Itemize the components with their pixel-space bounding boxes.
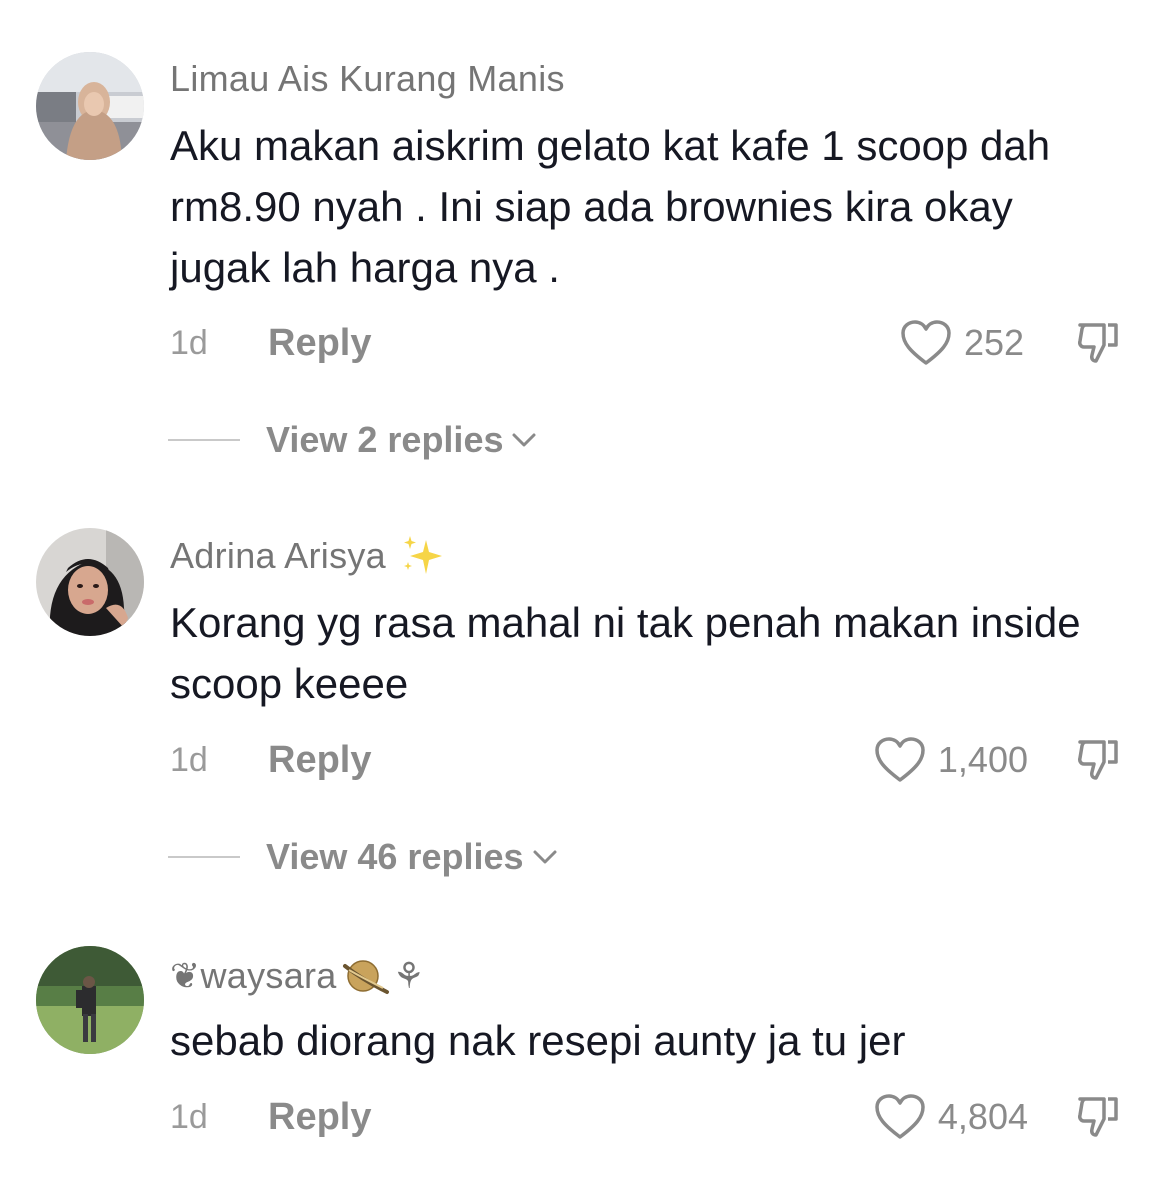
- username-text: Adrina Arisya: [170, 535, 386, 576]
- like-count: 4,804: [937, 1096, 1028, 1137]
- comment-username[interactable]: Limau Ais Kurang Manis: [170, 58, 565, 100]
- planet-icon: [339, 952, 391, 1000]
- comment-username[interactable]: ❦ waysara ⚘: [170, 952, 425, 1000]
- reply-button[interactable]: Reply: [268, 1096, 371, 1139]
- comment-actions: 1d Reply 252: [170, 318, 1122, 368]
- username-suffix-symbol: ⚘: [392, 955, 426, 996]
- view-replies-button[interactable]: View 2 replies: [168, 418, 537, 462]
- dislike-button[interactable]: [1074, 319, 1122, 367]
- username-prefix-symbol: ❦: [170, 955, 201, 996]
- thread-divider: [168, 856, 240, 858]
- view-replies-label: View 2 replies: [266, 419, 504, 460]
- like-count: 252: [964, 322, 1025, 363]
- comment-actions: 1d Reply 4,804: [170, 1092, 1122, 1142]
- username-text: waysara: [200, 955, 337, 996]
- like-button[interactable]: 252: [900, 319, 1028, 367]
- comment-text: Aku makan aiskrim gelato kat kafe 1 scoo…: [170, 122, 1051, 291]
- username-text: Limau Ais Kurang Manis: [170, 58, 565, 99]
- avatar[interactable]: [36, 52, 144, 160]
- avatar-photo: [36, 52, 144, 160]
- comment-timestamp: 1d: [170, 1097, 208, 1136]
- reply-button[interactable]: Reply: [268, 739, 371, 782]
- like-button[interactable]: 4,804: [874, 1093, 1028, 1141]
- comment-timestamp: 1d: [170, 323, 208, 362]
- chevron-down-icon: [511, 431, 537, 449]
- dislike-button[interactable]: [1074, 736, 1122, 784]
- like-button[interactable]: 1,400: [874, 736, 1028, 784]
- heart-icon: [875, 1094, 925, 1139]
- avatar-photo: [36, 528, 144, 636]
- avatar-photo: [36, 946, 144, 1054]
- reply-button[interactable]: Reply: [268, 322, 371, 365]
- thumbs-down-icon: [1078, 740, 1118, 780]
- view-replies-button[interactable]: View 46 replies: [168, 835, 558, 879]
- comment-text: Korang yg rasa mahal ni tak penah makan …: [170, 599, 1081, 707]
- like-count: 1,400: [937, 739, 1028, 780]
- dislike-button[interactable]: [1074, 1093, 1122, 1141]
- thumbs-down-icon: [1078, 1097, 1118, 1137]
- avatar[interactable]: [36, 946, 144, 1054]
- comment-actions: 1d Reply 1,400: [170, 735, 1122, 785]
- thumbs-down-icon: [1078, 323, 1118, 363]
- thread-divider: [168, 439, 240, 441]
- avatar[interactable]: [36, 528, 144, 636]
- comment-text: sebab diorang nak resepi aunty ja tu jer: [170, 1017, 906, 1064]
- comment-timestamp: 1d: [170, 740, 208, 779]
- chevron-down-icon: [532, 848, 558, 866]
- heart-icon: [875, 737, 925, 782]
- comment-username[interactable]: Adrina Arisya: [170, 534, 448, 578]
- sparkles-icon: [400, 534, 448, 578]
- heart-icon: [901, 320, 951, 365]
- view-replies-label: View 46 replies: [266, 836, 524, 877]
